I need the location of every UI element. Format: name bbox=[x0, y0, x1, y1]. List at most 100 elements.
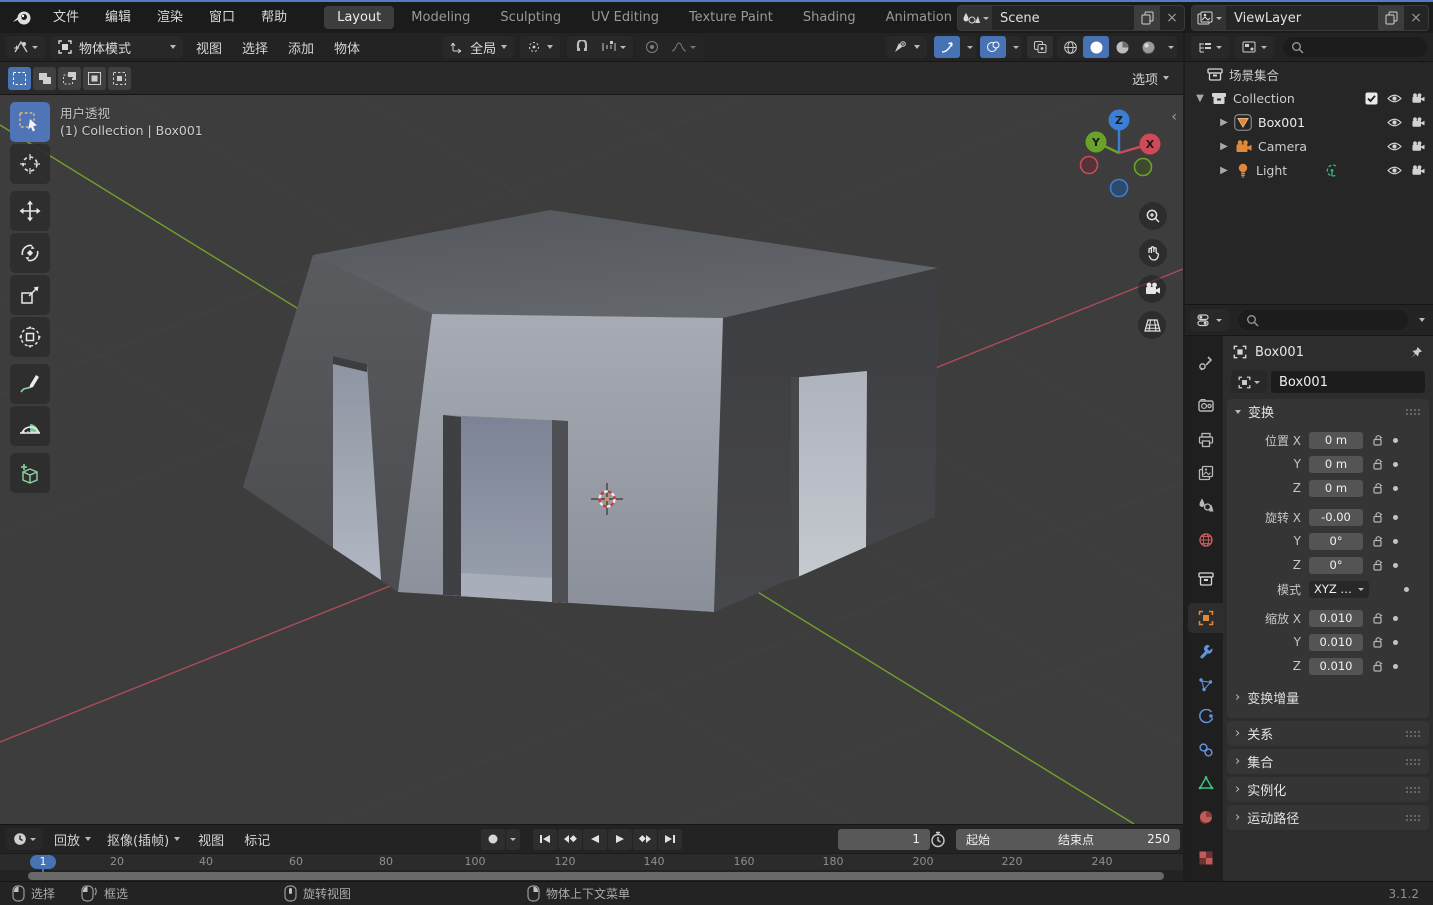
lock-icon[interactable] bbox=[1372, 559, 1384, 571]
lock-icon[interactable] bbox=[1372, 636, 1384, 648]
current-frame-marker[interactable]: 1 bbox=[30, 855, 56, 869]
animate-dot[interactable] bbox=[1393, 615, 1398, 621]
lock-icon[interactable] bbox=[1372, 660, 1384, 672]
viewport-3d[interactable]: 用户透视 (1) Collection | Box001 ‹ Z Y X bbox=[0, 95, 1183, 824]
instancing-panel[interactable]: › 实例化 bbox=[1227, 777, 1429, 802]
outliner-row-scene-collection[interactable]: 场景集合 bbox=[1185, 62, 1433, 86]
proportional-editing-icon[interactable] bbox=[639, 36, 665, 58]
collections-panel[interactable]: › 集合 bbox=[1227, 749, 1429, 774]
tool-options-dropdown[interactable]: 选项 bbox=[1132, 69, 1169, 88]
lock-icon[interactable] bbox=[1372, 535, 1384, 547]
properties-search-input[interactable] bbox=[1238, 310, 1408, 330]
panel-grip-icon[interactable] bbox=[1405, 814, 1421, 822]
snap-target-dropdown[interactable] bbox=[595, 36, 631, 58]
outliner-row-light[interactable]: ▶ Light bbox=[1185, 158, 1433, 182]
outliner-row-collection[interactable]: ▼ Collection bbox=[1185, 86, 1433, 110]
select-mode-set-button[interactable] bbox=[8, 66, 31, 90]
viewlayer-icon[interactable] bbox=[1192, 6, 1226, 30]
tab-scene[interactable] bbox=[1188, 490, 1223, 520]
menu-select[interactable]: 选择 bbox=[232, 38, 278, 57]
proportional-falloff-dropdown[interactable] bbox=[665, 36, 701, 58]
collection-disclosure-icon[interactable]: ▼ bbox=[1193, 93, 1207, 104]
render-visibility-icon[interactable] bbox=[1411, 116, 1425, 128]
lock-icon[interactable] bbox=[1372, 434, 1384, 446]
menu-help[interactable]: 帮助 bbox=[248, 2, 300, 33]
render-visibility-icon[interactable] bbox=[1411, 164, 1425, 176]
workspace-tab-modeling[interactable]: Modeling bbox=[398, 6, 483, 29]
stopwatch-icon[interactable] bbox=[930, 831, 946, 848]
timeline-ruler[interactable]: 20 40 60 80 100 120 140 160 180 200 220 … bbox=[0, 853, 1183, 873]
scene-icon[interactable] bbox=[958, 6, 992, 30]
scale-y-field[interactable]: 0.010 bbox=[1309, 633, 1363, 651]
show-overlays-toggle[interactable] bbox=[980, 36, 1006, 58]
panel-grip-icon[interactable] bbox=[1405, 758, 1421, 766]
select-mode-invert-button[interactable] bbox=[83, 66, 106, 90]
menu-window[interactable]: 窗口 bbox=[196, 2, 248, 33]
tool-measure[interactable] bbox=[10, 406, 50, 446]
shading-rendered-toggle[interactable] bbox=[1135, 36, 1161, 58]
light-disclosure-icon[interactable]: ▶ bbox=[1217, 165, 1231, 176]
outliner-row-camera[interactable]: ▶ Camera bbox=[1185, 134, 1433, 158]
animate-dot[interactable] bbox=[1393, 538, 1398, 544]
lock-icon[interactable] bbox=[1372, 511, 1384, 523]
location-z-field[interactable]: 0 m bbox=[1309, 479, 1363, 497]
tab-particles[interactable] bbox=[1188, 670, 1223, 700]
model-box001[interactable] bbox=[243, 210, 938, 612]
breadcrumb-object-name[interactable]: Box001 bbox=[1255, 345, 1304, 360]
tool-add-cube[interactable] bbox=[10, 453, 50, 493]
eye-icon[interactable] bbox=[1387, 141, 1402, 152]
scale-x-field[interactable]: 0.010 bbox=[1309, 609, 1363, 627]
show-object-types-dropdown[interactable] bbox=[886, 36, 927, 58]
ortho-perspective-button[interactable] bbox=[1138, 311, 1166, 339]
viewlayer-copy-button[interactable] bbox=[1378, 6, 1404, 30]
snap-magnet-icon[interactable] bbox=[569, 36, 595, 58]
workspace-tab-uv-editing[interactable]: UV Editing bbox=[578, 6, 672, 29]
playback-menu[interactable]: 回放 bbox=[54, 830, 92, 849]
mode-dropdown[interactable]: 物体模式 bbox=[51, 36, 183, 58]
tab-material[interactable] bbox=[1188, 802, 1223, 832]
tab-object[interactable] bbox=[1188, 603, 1223, 633]
previous-keyframe-button[interactable] bbox=[558, 828, 582, 850]
relations-panel[interactable]: › 关系 bbox=[1227, 721, 1429, 746]
jump-to-end-button[interactable] bbox=[658, 828, 682, 850]
record-button[interactable] bbox=[481, 828, 505, 850]
motion-paths-panel[interactable]: › 运动路径 bbox=[1227, 805, 1429, 830]
xray-toggle[interactable] bbox=[1027, 36, 1053, 58]
pin-icon[interactable] bbox=[1410, 346, 1423, 359]
lock-icon[interactable] bbox=[1372, 612, 1384, 624]
next-keyframe-button[interactable] bbox=[633, 828, 657, 850]
panel-grip-icon[interactable] bbox=[1405, 730, 1421, 738]
rotation-y-field[interactable]: 0° bbox=[1309, 532, 1363, 550]
object-id-icon-button[interactable] bbox=[1231, 371, 1267, 393]
animate-dot[interactable] bbox=[1393, 639, 1398, 645]
transform-panel-header[interactable]: 变换 bbox=[1227, 399, 1429, 424]
timeline-view-menu[interactable]: 视图 bbox=[188, 830, 234, 849]
tool-transform[interactable] bbox=[10, 317, 50, 357]
menu-add[interactable]: 添加 bbox=[278, 38, 324, 57]
tab-modifiers[interactable] bbox=[1188, 636, 1223, 666]
location-x-field[interactable]: 0 m bbox=[1309, 431, 1363, 449]
outliner-row-box001[interactable]: ▶ Box001 bbox=[1185, 110, 1433, 134]
render-visibility-icon[interactable] bbox=[1411, 92, 1425, 104]
rotation-mode-dropdown[interactable]: XYZ … bbox=[1309, 580, 1369, 598]
camera-view-button[interactable] bbox=[1138, 275, 1166, 303]
timeline-marker-menu[interactable]: 标记 bbox=[234, 830, 280, 849]
current-frame-field[interactable]: 1 bbox=[838, 828, 930, 850]
workspace-tab-animation[interactable]: Animation bbox=[873, 6, 965, 29]
record-dropdown[interactable] bbox=[506, 828, 520, 850]
timeline-scrollbar[interactable] bbox=[28, 872, 1164, 880]
select-mode-subtract-button[interactable] bbox=[58, 66, 81, 90]
workspace-tab-layout[interactable]: Layout bbox=[324, 6, 395, 29]
scene-name[interactable]: Scene bbox=[992, 11, 1134, 26]
tab-physics[interactable] bbox=[1188, 702, 1223, 732]
gizmo-dropdown[interactable] bbox=[960, 36, 976, 58]
frame-end-field[interactable]: 结束点 250 bbox=[1048, 828, 1180, 850]
menu-file[interactable]: 文件 bbox=[40, 2, 92, 33]
tool-select-box[interactable] bbox=[10, 102, 50, 142]
properties-editor-type-button[interactable] bbox=[1190, 309, 1229, 331]
animate-dot[interactable] bbox=[1393, 485, 1398, 491]
tab-collection[interactable] bbox=[1188, 564, 1223, 594]
navigation-gizmo[interactable]: Z Y X bbox=[1075, 103, 1170, 198]
outliner-display-mode-button[interactable] bbox=[1191, 36, 1229, 58]
tool-rotate[interactable] bbox=[10, 233, 50, 273]
